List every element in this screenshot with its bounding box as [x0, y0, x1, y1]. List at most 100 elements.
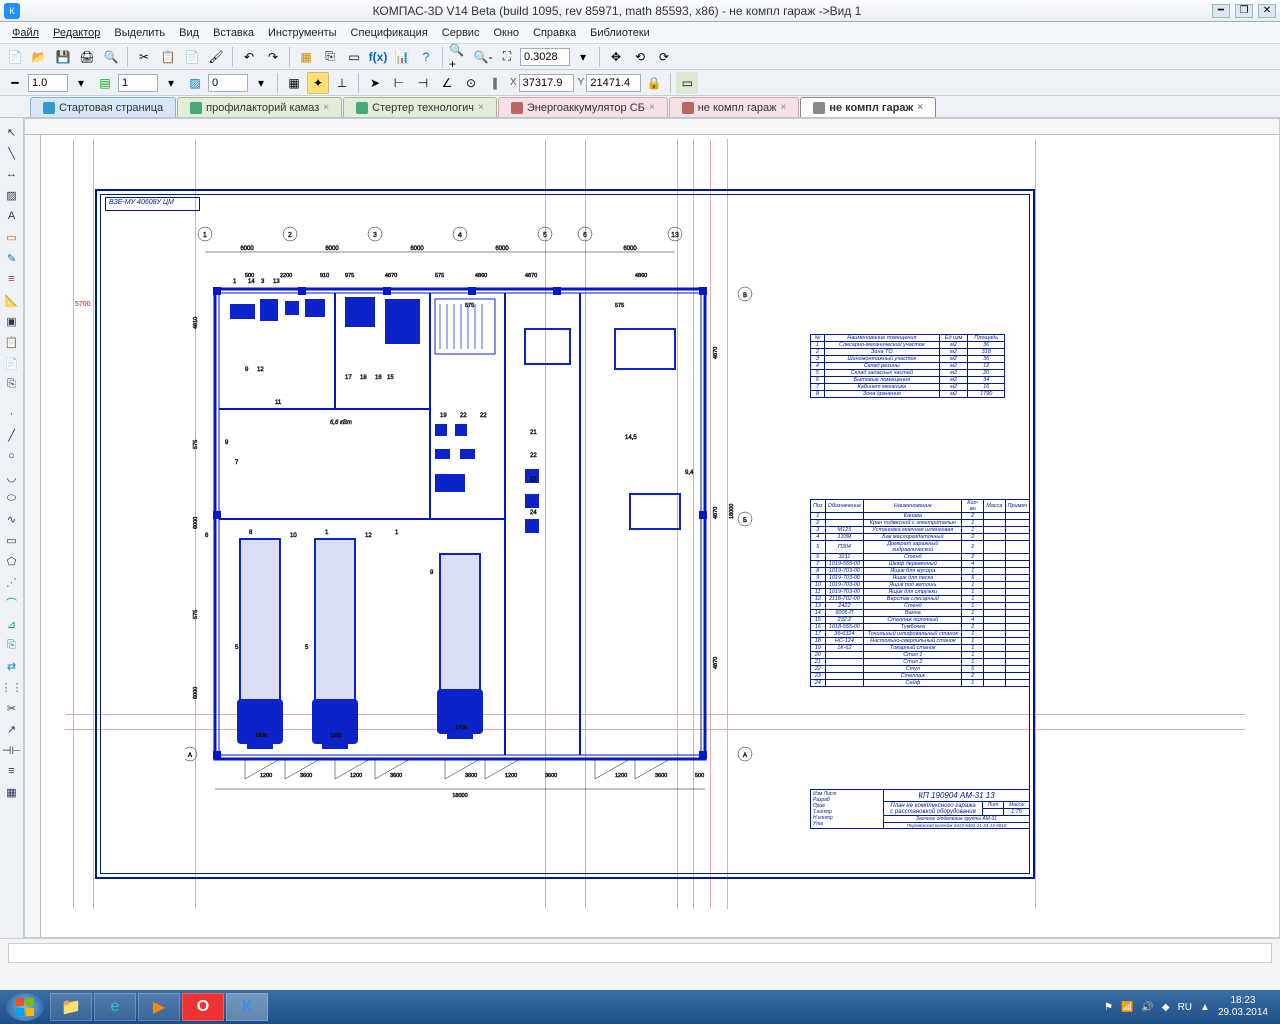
spline-icon[interactable]: ∿: [2, 509, 22, 529]
arc-icon[interactable]: ◡: [2, 467, 22, 487]
close-icon[interactable]: ×: [649, 102, 655, 113]
new-icon[interactable]: 📄: [4, 46, 26, 68]
menu-service[interactable]: Сервис: [436, 25, 486, 41]
menu-tools[interactable]: Инструменты: [262, 25, 343, 41]
chevron-down-icon[interactable]: ▾: [70, 72, 92, 94]
params-icon[interactable]: ≡: [2, 269, 22, 289]
vars-icon[interactable]: 📊: [391, 46, 413, 68]
refresh-icon[interactable]: ⟳: [653, 46, 675, 68]
close-button[interactable]: ✕: [1258, 4, 1276, 18]
chevron-down-icon[interactable]: ▾: [250, 72, 272, 94]
coord-y-input[interactable]: [586, 74, 641, 92]
doc-tab-icon[interactable]: ▭: [676, 72, 698, 94]
mirror-icon[interactable]: ⇄: [2, 656, 22, 676]
ortho-icon[interactable]: ⊥: [331, 72, 353, 94]
array-icon[interactable]: ⋮⋮: [2, 677, 22, 697]
drawing-canvas[interactable]: 5700 ВЗЕ-МУ 40608У ЦМ 1 2 3 4 5 6 13 600…: [24, 118, 1280, 938]
ellipse-icon[interactable]: ⬭: [2, 488, 22, 508]
dimension-icon[interactable]: ↔: [2, 164, 22, 184]
tray-flag-icon[interactable]: ⚑: [1104, 1002, 1113, 1013]
open-icon[interactable]: 📂: [28, 46, 50, 68]
tab-doc-1[interactable]: профилакторий камаз×: [177, 97, 342, 117]
taskbar-kompas[interactable]: К: [226, 993, 268, 1021]
tray-volume-icon[interactable]: 🔊: [1141, 1002, 1153, 1013]
layers-icon[interactable]: ▦: [295, 46, 317, 68]
menu-file[interactable]: Файл: [6, 25, 45, 41]
perp-icon[interactable]: ⊢: [388, 72, 410, 94]
style-input[interactable]: [208, 74, 248, 92]
coord-x-input[interactable]: [519, 74, 574, 92]
chevron-down-icon[interactable]: ▾: [160, 72, 182, 94]
contour-icon[interactable]: ▭: [2, 227, 22, 247]
insert-icon[interactable]: ⎘: [2, 374, 22, 394]
pan-icon[interactable]: ✥: [605, 46, 627, 68]
layer-icon[interactable]: ▤: [94, 72, 116, 94]
paste-icon[interactable]: 📄: [181, 46, 203, 68]
start-button[interactable]: [6, 993, 44, 1021]
line-style-icon[interactable]: ━: [4, 72, 26, 94]
close-icon[interactable]: ×: [478, 102, 484, 113]
tray-app-icon[interactable]: ◆: [1162, 1002, 1170, 1013]
report-icon[interactable]: 📄: [2, 353, 22, 373]
pointer-icon[interactable]: ↖: [2, 122, 22, 142]
redo-icon[interactable]: ↷: [262, 46, 284, 68]
copy-obj-icon[interactable]: ⎘: [319, 46, 341, 68]
arrow-icon[interactable]: ➤: [364, 72, 386, 94]
menu-select[interactable]: Выделить: [108, 25, 171, 41]
taskbar-explorer[interactable]: 📁: [50, 993, 92, 1021]
snap-icon[interactable]: ✦: [307, 72, 329, 94]
close-icon[interactable]: ×: [781, 102, 787, 113]
maximize-button[interactable]: ❐: [1235, 4, 1253, 18]
menu-libs[interactable]: Библиотеки: [584, 25, 656, 41]
chevron-down-icon[interactable]: ▾: [572, 46, 594, 68]
scale-input[interactable]: [28, 74, 68, 92]
save-icon[interactable]: 💾: [52, 46, 74, 68]
extend-icon[interactable]: ↗: [2, 719, 22, 739]
endpoint-icon[interactable]: ⊣: [412, 72, 434, 94]
edit-icon[interactable]: ✎: [2, 248, 22, 268]
taskbar-clock[interactable]: 18:23 29.03.2014: [1218, 995, 1268, 1019]
chamfer-icon[interactable]: ⊿: [2, 614, 22, 634]
minimize-button[interactable]: ━: [1212, 4, 1230, 18]
tangent-icon[interactable]: ⊙: [460, 72, 482, 94]
equid-icon[interactable]: ≡: [2, 761, 22, 781]
cut-icon[interactable]: ✂: [133, 46, 155, 68]
tab-doc-4[interactable]: не компл гараж×: [669, 97, 800, 117]
close-icon[interactable]: ×: [917, 102, 923, 113]
zoom-fit-icon[interactable]: ⛶: [496, 46, 518, 68]
taskbar-ie[interactable]: e: [94, 993, 136, 1021]
close-icon[interactable]: ×: [323, 102, 329, 113]
tab-doc-3[interactable]: Энергоаккумулятор СБ×: [498, 97, 668, 117]
zoom-out-icon[interactable]: 🔍-: [472, 46, 494, 68]
obj-icon[interactable]: ▭: [343, 46, 365, 68]
print-icon[interactable]: 🖨: [76, 46, 98, 68]
preview-icon[interactable]: 🔍: [100, 46, 122, 68]
line-icon[interactable]: ╲: [2, 143, 22, 163]
command-input[interactable]: [8, 943, 1272, 963]
brush-icon[interactable]: 🖌: [205, 46, 227, 68]
hatch-icon[interactable]: ▨: [184, 72, 206, 94]
select-icon[interactable]: ▣: [2, 311, 22, 331]
parallel-icon[interactable]: ∥: [484, 72, 506, 94]
layer-input[interactable]: [118, 74, 158, 92]
menu-spec[interactable]: Спецификация: [345, 25, 434, 41]
menu-help[interactable]: Справка: [527, 25, 582, 41]
copy-tool-icon[interactable]: ⎘: [2, 635, 22, 655]
undo-icon[interactable]: ↶: [238, 46, 260, 68]
tab-start-page[interactable]: Стартовая страница: [30, 97, 176, 117]
copy-icon[interactable]: 📋: [157, 46, 179, 68]
angle-icon[interactable]: ∠: [436, 72, 458, 94]
taskbar-media[interactable]: ▶: [138, 993, 180, 1021]
menu-window[interactable]: Окно: [487, 25, 525, 41]
grid-icon[interactable]: ▦: [283, 72, 305, 94]
poly-icon[interactable]: ⬠: [2, 551, 22, 571]
rect-icon[interactable]: ▭: [2, 530, 22, 550]
menu-edit[interactable]: Редактор: [47, 25, 106, 41]
fx-icon[interactable]: f(x): [367, 46, 389, 68]
tab-doc-2[interactable]: Стертер технологич×: [343, 97, 497, 117]
lock-icon[interactable]: 🔒: [643, 72, 665, 94]
point-icon[interactable]: ·: [2, 404, 22, 424]
help-icon[interactable]: ?: [415, 46, 437, 68]
menu-view[interactable]: Вид: [173, 25, 205, 41]
taskbar-opera[interactable]: O: [182, 993, 224, 1021]
